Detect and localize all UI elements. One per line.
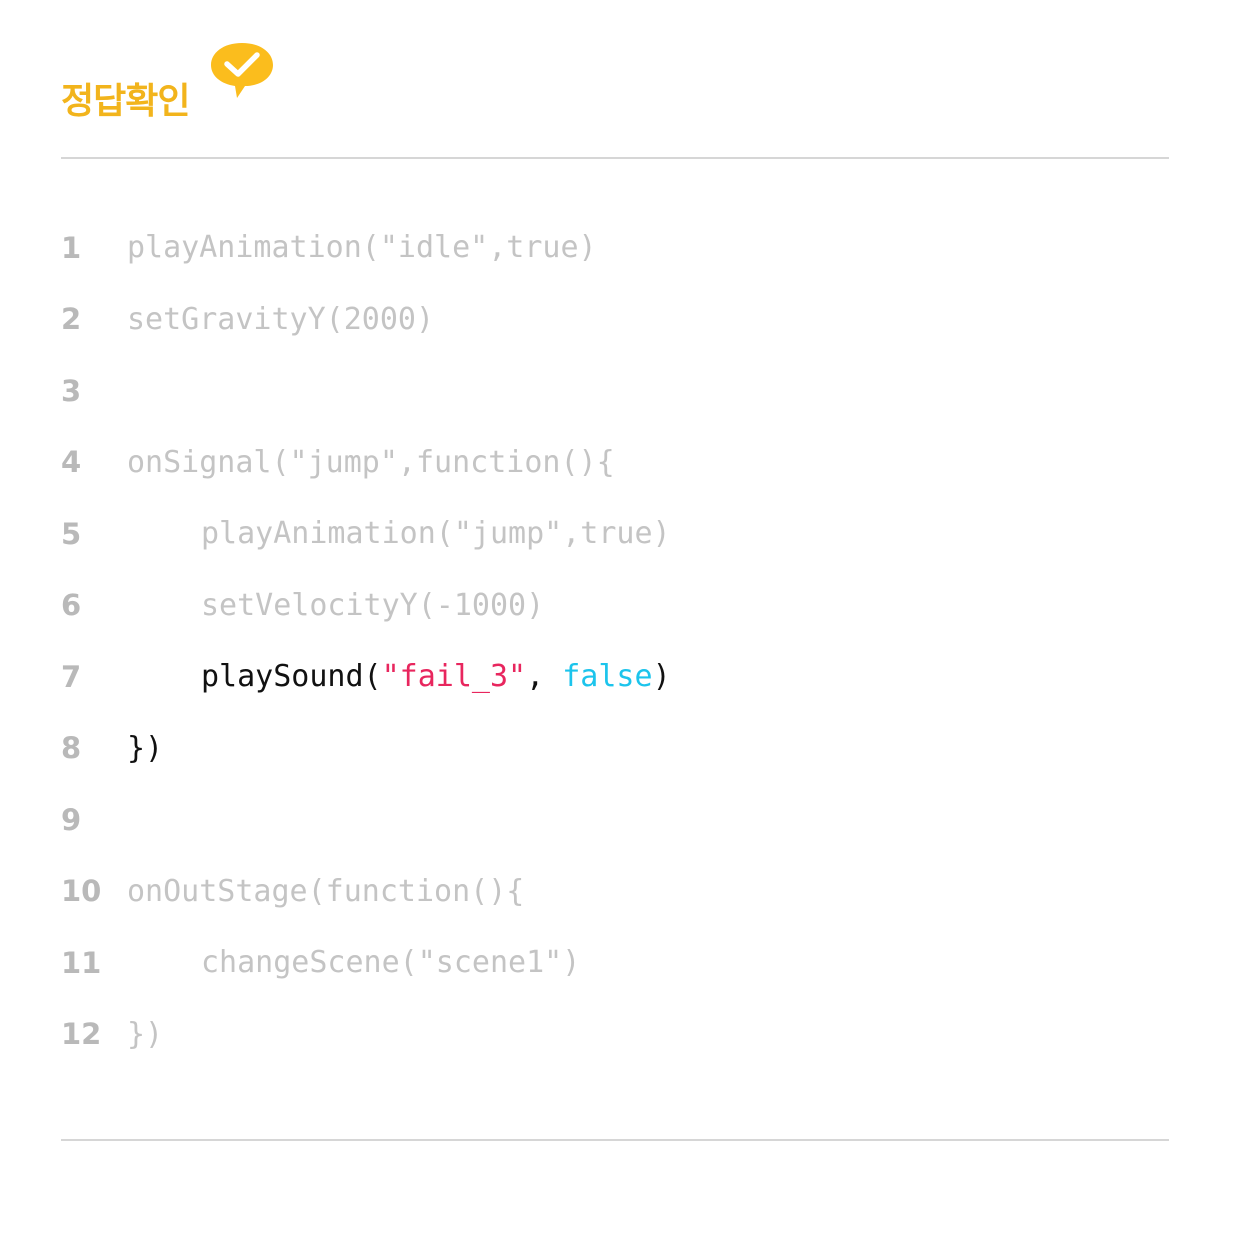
- code-text: setGravityY(2000): [127, 301, 435, 337]
- line-number: 11: [61, 945, 102, 980]
- code-text: playSound("fail_3", false): [127, 659, 671, 694]
- line-number: 3: [61, 373, 82, 408]
- answer-header: 정답확인: [61, 40, 361, 150]
- code-string: "fail_3": [381, 659, 527, 695]
- line-number: 2: [61, 302, 82, 337]
- code-comma: ,: [526, 659, 563, 695]
- line-number: 4: [61, 445, 82, 480]
- code-line: 4 onSignal("jump",function(){: [61, 427, 1169, 499]
- code-line: 2 setGravityY(2000): [61, 284, 1169, 356]
- code-text: onSignal("jump",function(){: [127, 444, 615, 480]
- code-block: 1 playAnimation("idle",true) 2 setGravit…: [61, 212, 1169, 1070]
- code-line: 6 setVelocityY(-1000): [61, 570, 1169, 642]
- code-close: ): [652, 659, 671, 695]
- code-line: 3: [61, 355, 1169, 427]
- line-number: 5: [61, 516, 82, 551]
- line-number: 12: [61, 1017, 102, 1052]
- code-call: playSound(: [201, 659, 382, 695]
- line-number: 6: [61, 588, 82, 623]
- code-line: 9: [61, 784, 1169, 856]
- code-text: playAnimation("jump",true): [201, 516, 671, 552]
- code-text: }): [127, 1016, 164, 1052]
- line-number: 10: [61, 874, 102, 909]
- code-line: 5 playAnimation("jump",true): [61, 498, 1169, 570]
- code-text: onOutStage(function(){: [127, 873, 525, 909]
- code-line-highlighted: 7 playSound("fail_3", false): [61, 641, 1169, 713]
- check-speech-bubble-icon: [211, 43, 273, 98]
- code-keyword: false: [562, 659, 653, 695]
- code-text: playAnimation("idle",true): [127, 230, 597, 266]
- code-line: 8 }): [61, 713, 1169, 785]
- code-text: }): [127, 730, 164, 766]
- line-number: 9: [61, 802, 82, 837]
- code-line: 11 changeScene("scene1"): [61, 927, 1169, 999]
- line-number: 1: [61, 230, 82, 265]
- code-line: 1 playAnimation("idle",true): [61, 212, 1169, 284]
- code-line: 10 onOutStage(function(){: [61, 856, 1169, 928]
- bottom-divider: [61, 1139, 1169, 1141]
- code-text: changeScene("scene1"): [201, 945, 581, 981]
- line-number: 8: [61, 731, 82, 766]
- code-line: 12 }): [61, 999, 1169, 1071]
- line-number: 7: [61, 659, 82, 694]
- code-text: setVelocityY(-1000): [201, 587, 545, 623]
- page-title: 정답확인: [61, 81, 190, 122]
- top-divider: [61, 157, 1169, 159]
